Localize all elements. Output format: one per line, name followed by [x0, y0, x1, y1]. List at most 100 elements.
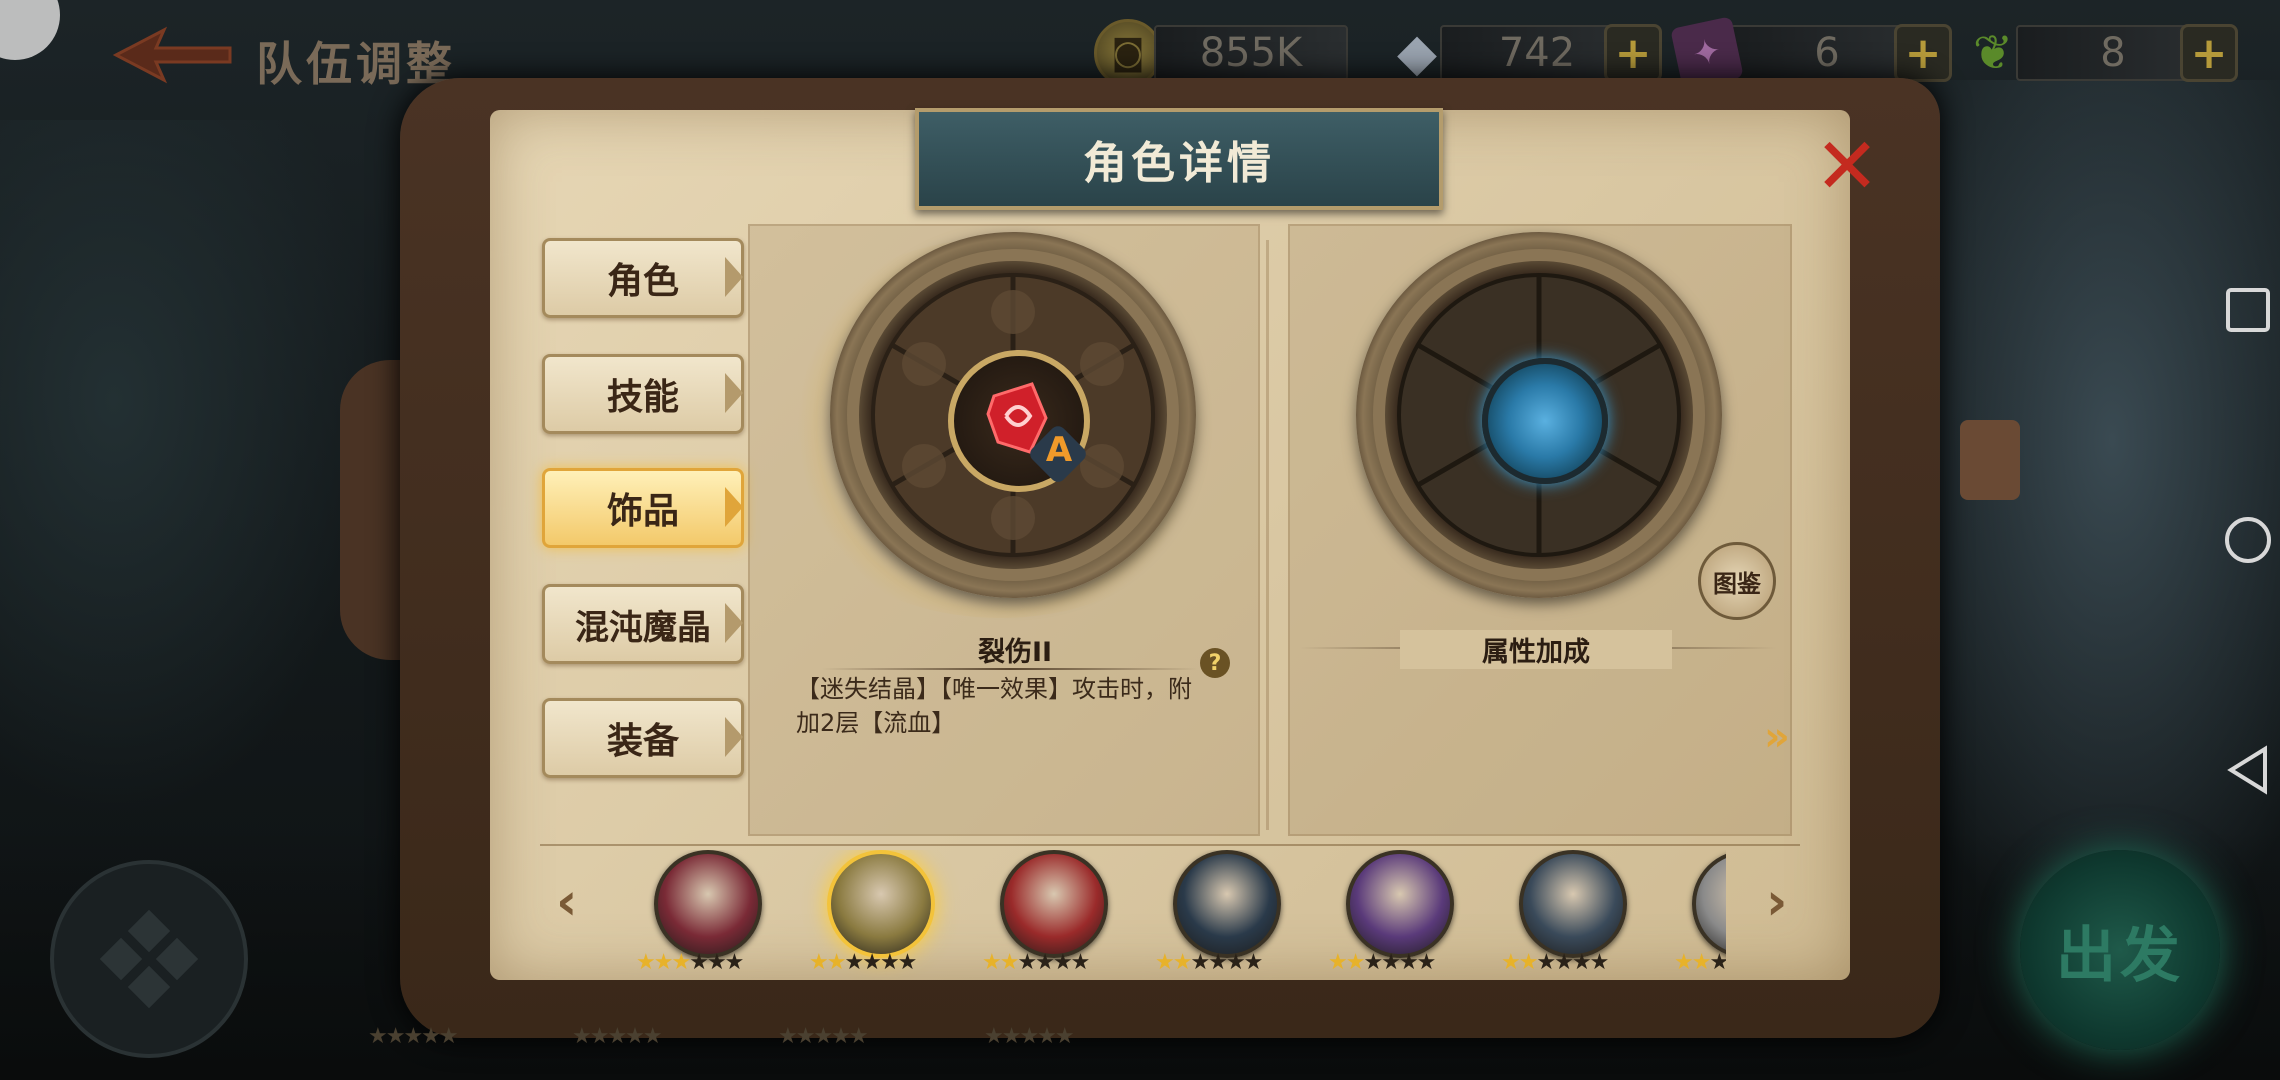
star-filled-icon: ★	[1345, 950, 1366, 975]
star-filled-icon: ★	[1328, 950, 1348, 975]
star-filled-icon: ★	[826, 950, 847, 975]
page-title: 队伍调整	[256, 37, 456, 91]
star-filled-icon: ★	[809, 950, 829, 975]
hero-avatar-hero-white-hair[interactable]	[654, 850, 762, 958]
hero-stars: ★★★★★★	[1501, 950, 1661, 975]
attribute-wheel	[1356, 232, 1722, 598]
star-empty-icon: ★	[862, 950, 882, 975]
tab-label: 角色	[606, 261, 679, 302]
star-filled-icon: ★	[671, 950, 691, 975]
depart-button[interactable]: 出发	[2020, 850, 2220, 1050]
star-empty-icon: ★	[706, 950, 727, 975]
hero-roster: ★★★★★★★★★★★★★★★★★★★★★★★★★★★★★★★★★★★★★★★★…	[620, 850, 1726, 980]
tab-skill[interactable]: 技能	[542, 354, 744, 434]
hero-avatar-hero-red-hat[interactable]	[1000, 850, 1108, 958]
codex-button[interactable]: 图鉴	[1698, 542, 1776, 620]
bg-hero-stars: ★★★★★	[572, 1024, 663, 1049]
hero-avatar-hero-masked-gunner[interactable]	[1519, 850, 1627, 958]
panel-divider	[1266, 240, 1269, 830]
hero-avatar-hero-purple-mage[interactable]	[1346, 850, 1454, 958]
back-nav-button[interactable]	[2216, 738, 2280, 802]
star-empty-icon: ★	[1208, 950, 1228, 975]
accessory-wheel: A	[830, 232, 1196, 598]
diamond-icon: ◆	[1397, 23, 1437, 83]
star-empty-icon: ★	[1571, 950, 1592, 975]
back-button[interactable]	[112, 26, 234, 84]
star-filled-icon: ★	[1501, 950, 1521, 975]
tab-label: 装备	[606, 721, 679, 762]
rank-badge-a: A	[1045, 430, 1073, 470]
add-ticket-button[interactable]: +	[1894, 24, 1952, 82]
star-empty-icon: ★	[1052, 950, 1073, 975]
roster-divider	[540, 844, 1800, 846]
hero-stars: ★★★★★★	[982, 950, 1142, 975]
tab-arrow-icon	[725, 487, 743, 527]
recent-apps-button[interactable]	[2216, 278, 2280, 342]
star-empty-icon: ★	[1381, 950, 1401, 975]
star-empty-icon: ★	[1398, 950, 1419, 975]
star-empty-icon: ★	[689, 950, 709, 975]
star-empty-icon: ★	[1416, 950, 1437, 975]
star-filled-icon: ★	[1674, 950, 1694, 975]
tab-arrow-icon	[725, 373, 743, 413]
tab-equipment[interactable]: 装备	[542, 698, 744, 778]
bg-hero-stars: ★★★★★	[368, 1024, 459, 1049]
star-empty-icon: ★	[1225, 950, 1246, 975]
tab-chaos-crystal[interactable]: 混沌魔晶	[542, 584, 744, 664]
circle-icon	[2225, 517, 2271, 563]
star-empty-icon: ★	[1554, 950, 1574, 975]
tab-character[interactable]: 角色	[542, 238, 744, 318]
add-rune-button[interactable]: +	[2180, 24, 2238, 82]
dialog-title: 角色详情	[915, 108, 1443, 210]
star-filled-icon: ★	[636, 950, 656, 975]
tab-arrow-icon	[725, 603, 743, 643]
hero-stars: ★★★★★★	[1674, 950, 1726, 975]
star-empty-icon: ★	[897, 950, 918, 975]
add-diamond-button[interactable]: +	[1604, 24, 1662, 82]
book-strap	[1960, 420, 2020, 500]
green-rune-icon: ❦	[1972, 25, 2014, 81]
back-arrow-icon	[112, 26, 232, 84]
tab-label: 饰品	[606, 491, 679, 532]
star-filled-icon: ★	[1155, 950, 1175, 975]
diamond-grid-icon	[99, 909, 199, 1009]
hero-stars: ★★★★★★	[809, 950, 969, 975]
star-empty-icon: ★	[1190, 950, 1210, 975]
bg-hero-stars: ★★★★★	[984, 1024, 1075, 1049]
triangle-back-icon	[2227, 745, 2267, 795]
tab-arrow-icon	[725, 257, 743, 297]
background-tree-silhouette	[0, 120, 380, 820]
star-empty-icon: ★	[1070, 950, 1091, 975]
hero-stars: ★★★★★★	[636, 950, 796, 975]
hero-avatar-hero-blonde-knight[interactable]	[827, 850, 935, 958]
hero-avatar-hero-dark-hair[interactable]	[1173, 850, 1281, 958]
star-filled-icon: ★	[653, 950, 674, 975]
bg-hero-stars: ★★★★★	[778, 1024, 869, 1049]
tab-label: 技能	[606, 377, 679, 418]
attribute-core-icon[interactable]	[1482, 358, 1608, 484]
attribute-title: 属性加成	[1400, 630, 1672, 669]
star-empty-icon: ★	[1035, 950, 1055, 975]
roster-next-icon[interactable]: ›	[1766, 872, 1787, 932]
resource-rune: ❦ 8 +	[1962, 18, 2238, 88]
gold-value: 855K	[1154, 25, 1348, 81]
star-empty-icon: ★	[1709, 950, 1726, 975]
hero-avatar-hero-pale[interactable]	[1692, 850, 1726, 958]
tab-label: 混沌魔晶	[575, 607, 711, 648]
star-empty-icon: ★	[1536, 950, 1556, 975]
tab-accessory[interactable]: 饰品	[542, 468, 744, 548]
next-page-icon[interactable]: »	[1764, 714, 1790, 760]
corner-menu-icon[interactable]	[0, 0, 60, 60]
star-empty-icon: ★	[1589, 950, 1610, 975]
hero-stars: ★★★★★★	[1328, 950, 1488, 975]
close-icon[interactable]: ✕	[1812, 128, 1882, 206]
star-filled-icon: ★	[999, 950, 1020, 975]
title-divider	[822, 668, 1198, 670]
home-button[interactable]	[2216, 508, 2280, 572]
star-empty-icon: ★	[724, 950, 745, 975]
item-description-line1: 【迷失结晶】【唯一效果】攻击时，附	[796, 675, 1192, 703]
roster-prev-icon[interactable]: ‹	[556, 872, 577, 932]
star-filled-icon: ★	[1518, 950, 1539, 975]
tab-arrow-icon	[725, 717, 743, 757]
joystick-pad[interactable]	[50, 860, 248, 1058]
